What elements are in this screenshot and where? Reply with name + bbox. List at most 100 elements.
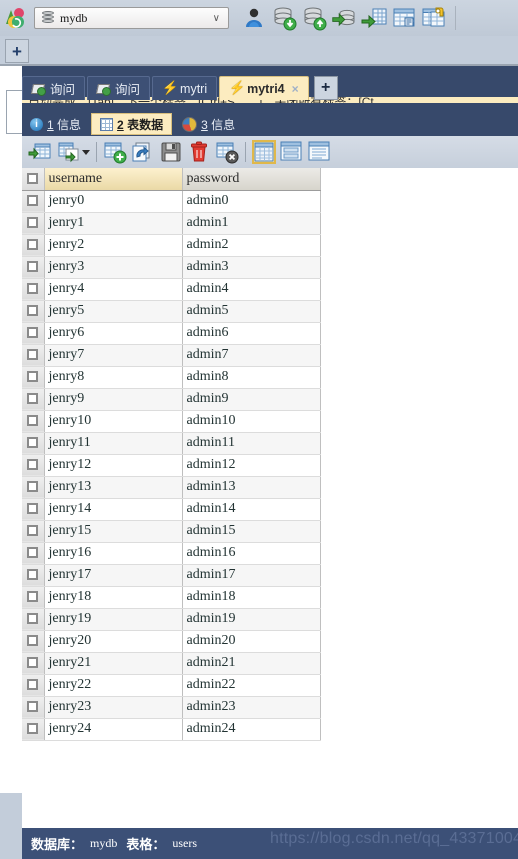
row-checkbox-cell[interactable]: [22, 190, 45, 213]
table-row[interactable]: jenry10 admin10: [22, 410, 321, 433]
cell-username[interactable]: jenry2: [44, 234, 183, 257]
checkbox-icon[interactable]: [27, 701, 39, 713]
row-checkbox-cell[interactable]: [22, 278, 45, 301]
cell-username[interactable]: jenry22: [44, 674, 183, 697]
checkbox-icon[interactable]: [27, 415, 39, 427]
table-data-grid[interactable]: username password jenry0 admin0 jenry1 admi…: [22, 168, 518, 828]
row-checkbox-cell[interactable]: [22, 520, 45, 543]
checkbox-icon[interactable]: [27, 503, 39, 515]
cell-password[interactable]: admin19: [182, 608, 321, 631]
checkbox-icon[interactable]: [27, 657, 39, 669]
row-checkbox-cell[interactable]: [22, 542, 45, 565]
export-wizard-button[interactable]: [56, 140, 80, 164]
import-wizard-button[interactable]: [28, 140, 52, 164]
checkbox-icon[interactable]: [27, 591, 39, 603]
checkbox-icon[interactable]: [27, 679, 39, 691]
save-button[interactable]: [159, 140, 183, 164]
cell-username[interactable]: jenry18: [44, 586, 183, 609]
data-synchronization-icon[interactable]: [421, 5, 447, 31]
cell-username[interactable]: jenry4: [44, 278, 183, 301]
row-checkbox-cell[interactable]: [22, 344, 45, 367]
column-header-username[interactable]: username: [44, 168, 183, 191]
cell-password[interactable]: admin13: [182, 476, 321, 499]
row-checkbox-cell[interactable]: [22, 674, 45, 697]
cell-password[interactable]: admin12: [182, 454, 321, 477]
cell-password[interactable]: admin15: [182, 520, 321, 543]
cell-password[interactable]: admin5: [182, 300, 321, 323]
refresh-button[interactable]: [131, 140, 155, 164]
table-row[interactable]: jenry19 admin19: [22, 608, 321, 631]
cell-password[interactable]: admin16: [182, 542, 321, 565]
cell-username[interactable]: jenry7: [44, 344, 183, 367]
tab-query-1[interactable]: 询问: [22, 76, 86, 100]
delete-record-button[interactable]: [187, 140, 211, 164]
column-header-password[interactable]: password: [182, 168, 321, 191]
text-view-button[interactable]: [308, 140, 332, 164]
checkbox-icon[interactable]: [27, 239, 39, 251]
row-checkbox-cell[interactable]: [22, 586, 45, 609]
table-row[interactable]: jenry16 admin16: [22, 542, 321, 565]
table-row[interactable]: jenry9 admin9: [22, 388, 321, 411]
row-checkbox-cell[interactable]: [22, 608, 45, 631]
select-all-header[interactable]: [22, 168, 45, 191]
checkbox-icon[interactable]: [27, 481, 39, 493]
row-checkbox-cell[interactable]: [22, 630, 45, 653]
table-row[interactable]: jenry18 admin18: [22, 586, 321, 609]
checkbox-icon[interactable]: [27, 547, 39, 559]
cell-password[interactable]: admin11: [182, 432, 321, 455]
checkbox-icon[interactable]: [27, 173, 39, 185]
table-row[interactable]: jenry13 admin13: [22, 476, 321, 499]
row-checkbox-cell[interactable]: [22, 454, 45, 477]
checkbox-icon[interactable]: [27, 393, 39, 405]
cell-username[interactable]: jenry12: [44, 454, 183, 477]
table-row[interactable]: jenry5 admin5: [22, 300, 321, 323]
stop-button[interactable]: [215, 140, 239, 164]
cell-password[interactable]: admin6: [182, 322, 321, 345]
cell-username[interactable]: jenry11: [44, 432, 183, 455]
cell-password[interactable]: admin9: [182, 388, 321, 411]
cell-username[interactable]: jenry1: [44, 212, 183, 235]
cell-password[interactable]: admin14: [182, 498, 321, 521]
cell-password[interactable]: admin0: [182, 190, 321, 213]
table-row[interactable]: jenry20 admin20: [22, 630, 321, 653]
user-manager-icon[interactable]: [241, 5, 267, 31]
row-checkbox-cell[interactable]: [22, 564, 45, 587]
cell-username[interactable]: jenry9: [44, 388, 183, 411]
import-wizard-icon[interactable]: [331, 5, 357, 31]
data-transfer-icon[interactable]: [391, 5, 417, 31]
cell-username[interactable]: jenry17: [44, 564, 183, 587]
grid-view-button[interactable]: [252, 140, 276, 164]
checkbox-icon[interactable]: [27, 195, 39, 207]
checkbox-icon[interactable]: [27, 261, 39, 273]
table-row[interactable]: jenry8 admin8: [22, 366, 321, 389]
table-row[interactable]: jenry14 admin14: [22, 498, 321, 521]
cell-username[interactable]: jenry6: [44, 322, 183, 345]
row-checkbox-cell[interactable]: [22, 652, 45, 675]
cell-username[interactable]: jenry16: [44, 542, 183, 565]
new-tab-button[interactable]: +: [313, 76, 338, 100]
table-row[interactable]: jenry24 admin24: [22, 718, 321, 741]
cell-password[interactable]: admin8: [182, 366, 321, 389]
table-row[interactable]: jenry22 admin22: [22, 674, 321, 697]
restore-database-icon[interactable]: [301, 5, 327, 31]
cell-password[interactable]: admin21: [182, 652, 321, 675]
row-checkbox-cell[interactable]: [22, 696, 45, 719]
checkbox-icon[interactable]: [27, 635, 39, 647]
table-row[interactable]: jenry21 admin21: [22, 652, 321, 675]
row-checkbox-cell[interactable]: [22, 718, 45, 741]
checkbox-icon[interactable]: [27, 569, 39, 581]
row-checkbox-cell[interactable]: [22, 432, 45, 455]
cell-password[interactable]: admin23: [182, 696, 321, 719]
checkbox-icon[interactable]: [27, 613, 39, 625]
cell-password[interactable]: admin7: [182, 344, 321, 367]
cell-password[interactable]: admin4: [182, 278, 321, 301]
add-record-button[interactable]: [103, 140, 127, 164]
cell-password[interactable]: admin3: [182, 256, 321, 279]
cell-username[interactable]: jenry8: [44, 366, 183, 389]
table-row[interactable]: jenry4 admin4: [22, 278, 321, 301]
cell-password[interactable]: admin17: [182, 564, 321, 587]
table-row[interactable]: jenry17 admin17: [22, 564, 321, 587]
cell-username[interactable]: jenry14: [44, 498, 183, 521]
row-checkbox-cell[interactable]: [22, 476, 45, 499]
new-connection-icon[interactable]: [2, 5, 28, 31]
